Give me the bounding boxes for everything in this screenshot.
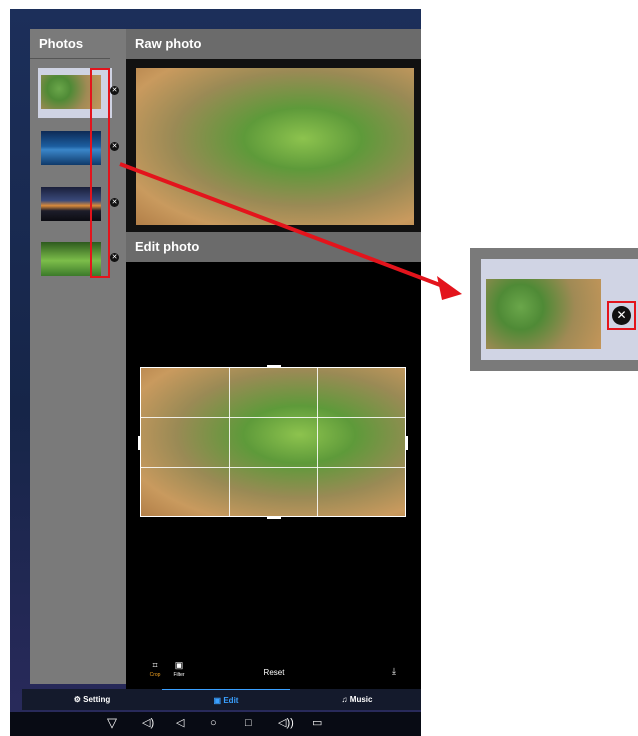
arrow-line (119, 162, 449, 290)
delete-button-highlight (607, 301, 636, 330)
zoomed-thumbnail-image (486, 279, 601, 349)
arrow-head (437, 276, 462, 300)
zoomed-thumbnail-callout: ✕ (470, 248, 638, 371)
zoomed-selected-item: ✕ (481, 259, 638, 360)
